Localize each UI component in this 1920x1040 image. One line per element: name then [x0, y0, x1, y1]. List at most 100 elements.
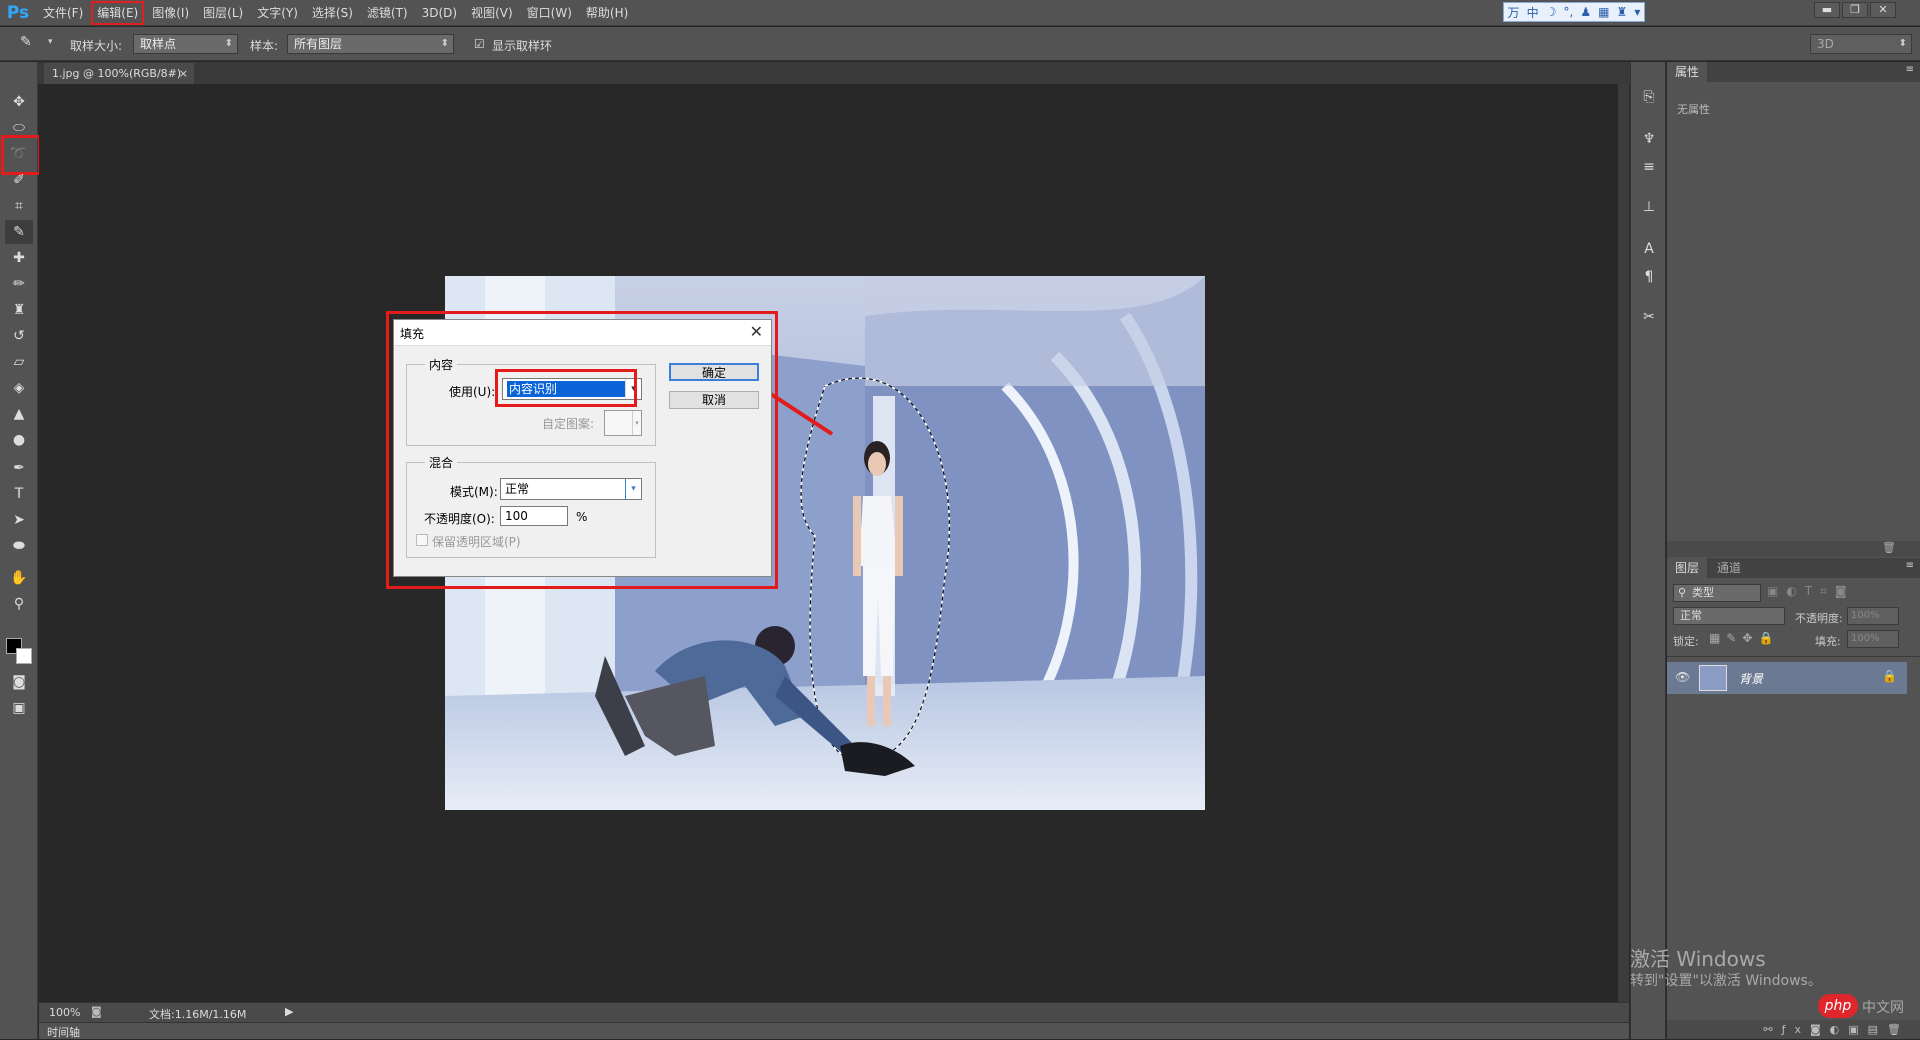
ime-icon-3[interactable]: ☽	[1546, 5, 1557, 19]
hand-tool-icon[interactable]: ✋	[5, 566, 33, 590]
character-panel-icon[interactable]: A	[1638, 238, 1660, 260]
sample-label: 样本:	[250, 39, 279, 53]
background-color-swatch[interactable]	[16, 648, 32, 664]
sample-select[interactable]: 所有图层	[287, 34, 454, 54]
properties-menu-icon[interactable]: ≡	[1906, 64, 1914, 75]
tab-properties[interactable]: 属性	[1667, 62, 1708, 82]
ok-button[interactable]: 确定	[669, 363, 759, 381]
layer-filter-icons[interactable]: ▣◐T⌗◙	[1767, 584, 1855, 599]
filter-search-icon: ⚲	[1678, 586, 1687, 599]
tool-preset-chevron-icon[interactable]: ▾	[48, 37, 53, 47]
vertical-scrollbar[interactable]	[1618, 84, 1629, 1002]
clone-source-panel-icon[interactable]: ⊥	[1638, 196, 1660, 218]
dodge-tool-icon[interactable]: ●	[5, 428, 33, 452]
history-brush-tool-icon[interactable]: ↺	[5, 324, 33, 348]
adjustments-panel-icon[interactable]: ♆	[1638, 128, 1660, 150]
use-highlight-box	[495, 369, 637, 407]
menu-file[interactable]: 文件(F)	[36, 0, 90, 26]
layer-visibility-eye-icon[interactable]: 👁	[1675, 670, 1690, 684]
ime-icon-7[interactable]: ♜	[1617, 5, 1628, 19]
eyedropper-tool-icon[interactable]: ✎	[5, 220, 33, 244]
properties-delete-icon[interactable]: 🗑	[1882, 541, 1896, 554]
opacity-label: 不透明度(O):	[424, 512, 495, 526]
show-ring-label: 显示取样环	[492, 39, 553, 53]
dialog-titlebar[interactable]: 填充 ✕	[394, 320, 771, 346]
sample-size-label: 取样大小:	[70, 39, 123, 53]
layer-filter-select[interactable]: ⚲ 类型	[1673, 584, 1761, 602]
layers-footer-icons[interactable]: ⚯ƒx◙◐▣▤🗑	[1667, 1020, 1920, 1039]
ime-icon-8[interactable]: ▾	[1634, 5, 1640, 19]
mode-select[interactable]: 正常 ▾	[500, 478, 642, 500]
mode-select-value: 正常	[505, 482, 530, 496]
menu-select[interactable]: 选择(S)	[305, 0, 360, 26]
pattern-dropdown-arrow-icon: ▾	[632, 411, 641, 435]
layer-opacity-input[interactable]: 100%	[1847, 607, 1899, 625]
menu-window[interactable]: 窗口(W)	[520, 0, 579, 26]
healing-brush-tool-icon[interactable]: ✚	[5, 246, 33, 270]
preserve-transparency-checkbox[interactable]	[416, 534, 428, 546]
close-tab-icon[interactable]: ×	[179, 63, 188, 84]
dialog-close-icon[interactable]: ✕	[750, 322, 763, 341]
path-select-tool-icon[interactable]: ➤	[5, 508, 33, 532]
mode-dropdown-arrow-icon[interactable]: ▾	[625, 479, 641, 499]
cancel-button[interactable]: 取消	[669, 391, 759, 409]
ime-icon-1[interactable]: 万	[1508, 4, 1520, 21]
share-icon[interactable]: ◙	[91, 1005, 102, 1018]
quick-select-tool-icon[interactable]: ✐	[5, 168, 33, 192]
menu-image[interactable]: 图像(I)	[145, 0, 196, 26]
document-tab[interactable]: 1.jpg @ 100%(RGB/8#) ×	[44, 63, 194, 84]
sample-size-select[interactable]: 取样点	[133, 34, 238, 54]
move-tool-icon[interactable]: ✥	[5, 90, 33, 114]
brush-settings-panel-icon[interactable]: ≡	[1638, 156, 1660, 178]
workspace-select[interactable]: 3D	[1810, 34, 1912, 54]
tab-channels[interactable]: 通道	[1709, 558, 1749, 578]
eyedropper-icon[interactable]: ✎	[20, 34, 32, 50]
layer-fill-input[interactable]: 100%	[1847, 630, 1899, 648]
stamp-tool-icon[interactable]: ♜	[5, 298, 33, 322]
photoshop-logo: Ps	[6, 2, 30, 23]
zoom-level[interactable]: 100%	[49, 1006, 80, 1019]
status-menu-arrow-icon[interactable]: ▶	[285, 1005, 293, 1018]
show-ring-checkbox[interactable]: ☑	[474, 37, 485, 51]
blend-mode-select[interactable]: 正常	[1673, 607, 1785, 625]
ime-icon-5[interactable]: ♟	[1580, 5, 1591, 19]
quick-mask-icon[interactable]: ◙	[5, 670, 33, 694]
ime-toolbar[interactable]: 万 中 ☽ °, ♟ ▦ ♜ ▾	[1503, 2, 1645, 22]
menu-layer[interactable]: 图层(L)	[196, 0, 250, 26]
menu-filter[interactable]: 滤镜(T)	[360, 0, 415, 26]
history-panel-icon[interactable]: ⎘	[1638, 86, 1660, 108]
close-button[interactable]: ✕	[1870, 2, 1896, 18]
timeline-bar[interactable]: 时间轴	[39, 1022, 1629, 1039]
layers-tabbar: 图层 通道 ≡	[1667, 558, 1920, 578]
restore-button[interactable]: ❐	[1842, 2, 1868, 18]
paint-bucket-tool-icon[interactable]: ◈	[5, 376, 33, 400]
ime-icon-2[interactable]: 中	[1527, 4, 1539, 21]
blur-tool-icon[interactable]: ▲	[5, 402, 33, 426]
lock-icons[interactable]: ▦✎✥🔒	[1709, 631, 1779, 645]
crop-tool-icon[interactable]: ⌗	[5, 194, 33, 218]
brush-tool-icon[interactable]: ✏	[5, 272, 33, 296]
ime-icon-6[interactable]: ▦	[1598, 5, 1609, 19]
pen-tool-icon[interactable]: ✒	[5, 456, 33, 480]
type-tool-icon[interactable]: T	[5, 482, 33, 506]
timeline-label[interactable]: 时间轴	[47, 1024, 80, 1040]
ellipse-tool-icon[interactable]: ⬬	[5, 534, 33, 558]
ime-icon-4[interactable]: °,	[1563, 5, 1573, 19]
eraser-tool-icon[interactable]: ▱	[5, 350, 33, 374]
layer-name[interactable]: 背景	[1739, 670, 1763, 687]
layer-row-background[interactable]: 👁 背景 🔒	[1667, 662, 1907, 694]
tools-presets-panel-icon[interactable]: ✂	[1638, 306, 1660, 328]
screen-mode-icon[interactable]: ▣	[5, 696, 33, 720]
opacity-input[interactable]: 100	[500, 506, 568, 526]
menu-view[interactable]: 视图(V)	[464, 0, 520, 26]
menu-3d[interactable]: 3D(D)	[415, 0, 464, 26]
tab-layers[interactable]: 图层	[1667, 558, 1708, 578]
layers-menu-icon[interactable]: ≡	[1906, 560, 1914, 571]
menu-edit[interactable]: 编辑(E)	[90, 0, 145, 26]
minimize-button[interactable]: ▬	[1814, 2, 1840, 18]
menu-help[interactable]: 帮助(H)	[579, 0, 635, 26]
menu-type[interactable]: 文字(Y)	[250, 0, 305, 26]
zoom-tool-icon[interactable]: ⚲	[5, 592, 33, 616]
fill-dialog: 填充 ✕ 内容 使用(U): 内容识别 ▾ 自定图案: ▾ 混合 模式(M): …	[393, 319, 772, 577]
paragraph-panel-icon[interactable]: ¶	[1638, 266, 1660, 288]
